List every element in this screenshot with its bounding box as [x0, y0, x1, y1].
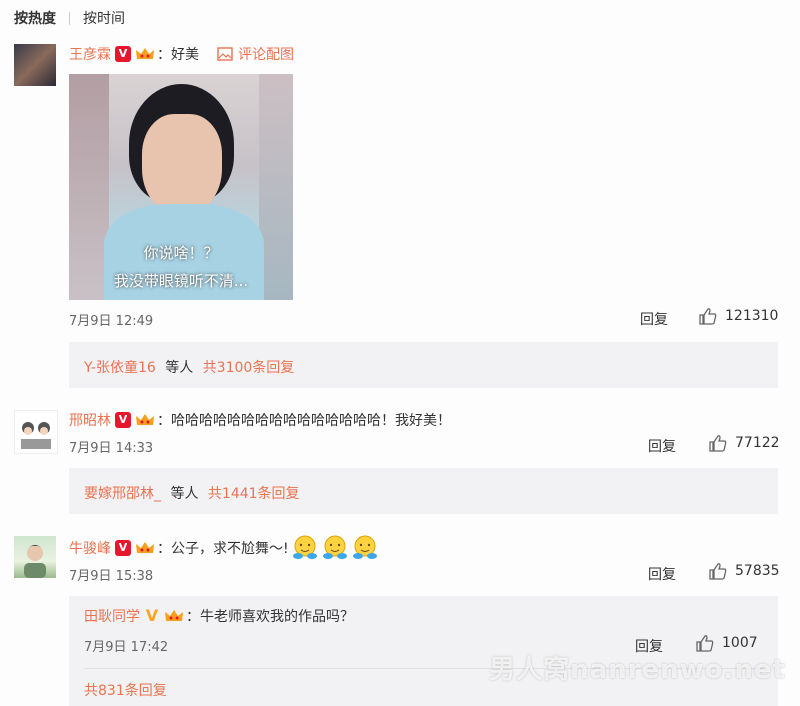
tab-divider [69, 11, 70, 25]
verified-icon: V [115, 540, 131, 556]
reply-summary-text[interactable]: Y-张依童16 等人 共3100条回复 [84, 357, 294, 377]
sub-reply-date: 7月9日 17:42 [84, 640, 169, 655]
reply-label[interactable]: 回复 [640, 309, 668, 329]
comment-header: 牛骏峰 V ：公子，求不尬舞～! [69, 534, 379, 562]
shy-emoji-icon [322, 535, 347, 559]
comment-date: 7月9日 14:33 [69, 441, 154, 456]
reply-total[interactable]: 共3100条回复 [203, 360, 295, 376]
comment-text: ：公子，求不尬舞～! [157, 541, 289, 557]
tab-sort-by-hot[interactable]: 按热度 [14, 8, 56, 28]
reply-summary[interactable]: Y-张依童16 等人 共3100条回复 [69, 342, 778, 388]
comment-text: ：哈哈哈哈哈哈哈哈哈哈哈哈哈哈哈！我好美！ [157, 413, 451, 429]
reply-user[interactable]: Y-张依童16 [84, 360, 156, 376]
comment-date: 7月9日 12:49 [69, 314, 154, 329]
thumbs-up-icon [709, 435, 727, 452]
thumbs-up-icon [709, 563, 727, 580]
crown-icon [135, 412, 155, 428]
shy-emoji-icon [292, 535, 317, 559]
reply-total[interactable]: 共1441条回复 [208, 486, 300, 502]
crown-icon [135, 46, 155, 62]
avatar[interactable] [14, 410, 58, 454]
crown-icon [135, 540, 155, 556]
like-button[interactable]: 121310 [699, 307, 778, 325]
comment-header: 王彦霖 V ：好美 评论配图 [69, 44, 294, 64]
comment-header: 邢昭林 V ：哈哈哈哈哈哈哈哈哈哈哈哈哈哈哈！我好美！ [69, 410, 451, 430]
image-icon [217, 47, 233, 61]
commenter-name[interactable]: 牛骏峰 [69, 538, 111, 558]
avatar[interactable] [14, 536, 56, 578]
comment-image[interactable]: 你说啥！？ 我没带眼镜听不清... [69, 74, 293, 300]
like-count: 121310 [725, 308, 779, 324]
reply-summary[interactable]: 要嫁邢邵林_ 等人 共1441条回复 [69, 468, 778, 514]
watermark: 男人窝nanrenwo.net [489, 655, 786, 685]
verified-gold-icon: V [145, 606, 159, 625]
sub-reply-text: ：牛老师喜欢我的作品吗？ [186, 609, 354, 625]
reply-button[interactable]: 回复 [648, 564, 676, 584]
like-button[interactable]: 57835 [709, 562, 780, 580]
reply-user[interactable]: 要嫁邢邵林_ [84, 486, 161, 502]
comment-text: ：好美 [157, 47, 199, 63]
like-count: 77122 [735, 435, 780, 451]
like-button[interactable]: 77122 [709, 434, 780, 452]
avatar[interactable] [14, 44, 56, 86]
comment-image-label[interactable]: 评论配图 [238, 44, 294, 64]
image-caption-line1: 你说啥！？ [143, 244, 219, 262]
verified-icon: V [115, 46, 131, 62]
reply-total[interactable]: 共831条回复 [84, 680, 167, 700]
sort-tabs: 按热度 按时间 [14, 8, 125, 28]
sub-reply-header: 田耿同学 V ：牛老师喜欢我的作品吗？ [84, 606, 354, 626]
reply-button[interactable]: 回复 [648, 436, 676, 456]
shy-emoji-icon [352, 535, 377, 559]
comment-date: 7月9日 15:38 [69, 569, 154, 584]
sub-reply-name[interactable]: 田耿同学 [84, 606, 140, 626]
reply-mid: 等人 [165, 360, 194, 376]
like-count: 57835 [735, 563, 780, 579]
reply-mid: 等人 [170, 486, 199, 502]
crown-icon [164, 608, 184, 624]
thumbs-up-icon [699, 308, 717, 325]
verified-icon: V [115, 412, 131, 428]
comment-image-link[interactable]: 评论配图 [217, 44, 294, 64]
reply-label[interactable]: 回复 [648, 436, 676, 456]
commenter-name[interactable]: 王彦霖 [69, 44, 111, 64]
reply-button[interactable]: 回复 [640, 309, 668, 329]
tab-sort-by-time[interactable]: 按时间 [83, 8, 125, 28]
commenter-name[interactable]: 邢昭林 [69, 410, 111, 430]
image-caption-line2: 我没带眼镜听不清... [113, 272, 249, 290]
reply-summary-text[interactable]: 要嫁邢邵林_ 等人 共1441条回复 [84, 483, 300, 503]
reply-label[interactable]: 回复 [648, 564, 676, 584]
